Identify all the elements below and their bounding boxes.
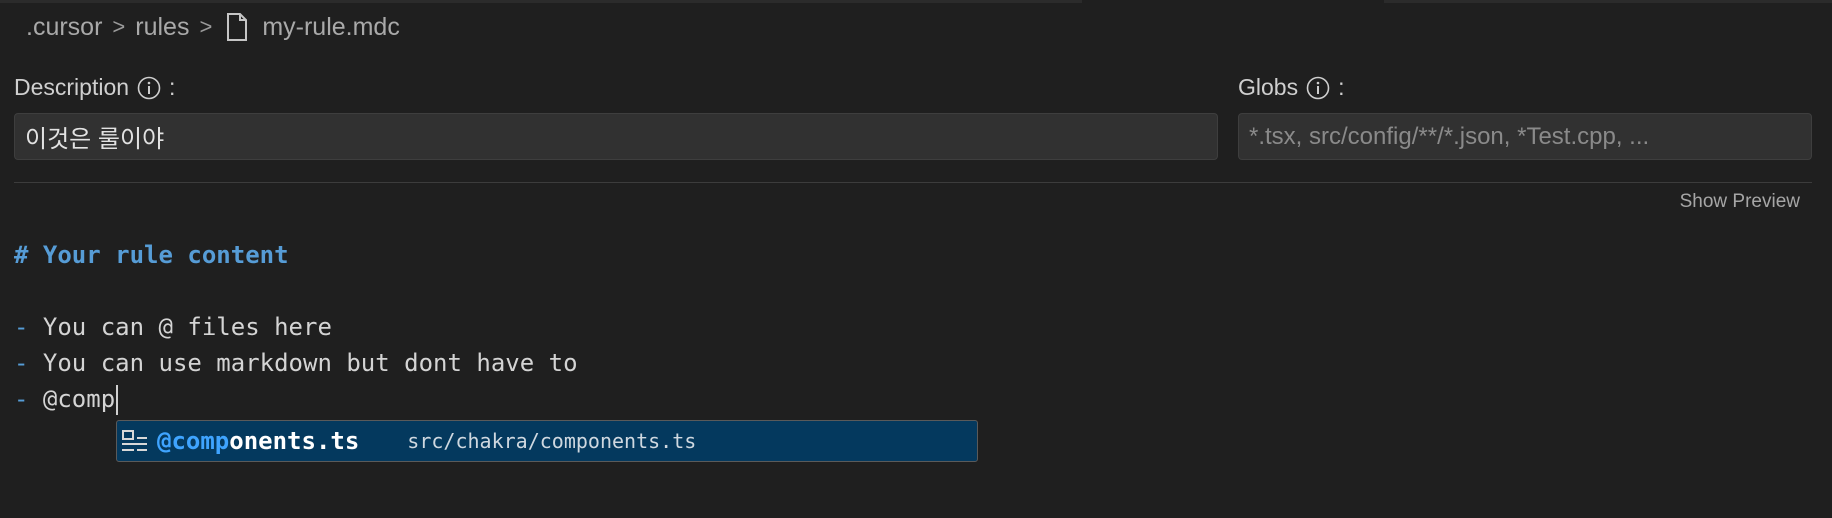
info-icon[interactable] — [137, 76, 161, 100]
breadcrumb-separator: > — [112, 14, 126, 39]
editor-tab-strip-right — [1384, 0, 1832, 3]
form-divider — [14, 182, 1812, 183]
autocomplete-suggestion[interactable]: @components.ts src/chakra/components.ts — [116, 420, 978, 462]
suggestion-path: src/chakra/components.ts — [407, 429, 697, 453]
description-input[interactable]: 이것은 룰이야 — [14, 113, 1218, 160]
list-marker: - — [14, 385, 29, 413]
list-marker: - — [14, 313, 29, 341]
breadcrumb-item-rules-folder[interactable]: rules — [135, 13, 189, 42]
breadcrumb-item-cursor-folder[interactable]: .cursor — [26, 13, 102, 42]
heading-marker: # — [14, 241, 29, 269]
line-text: You can @ files here — [28, 313, 332, 341]
heading-text: Your rule content — [28, 241, 289, 269]
globs-label-group: Globs : — [1238, 74, 1344, 101]
suggestion-rest: onents.ts — [229, 427, 360, 455]
breadcrumb-separator: > — [199, 14, 213, 39]
suggestion-label: @components.ts — [157, 427, 359, 455]
globs-input[interactable]: *.tsx, src/config/**/*.json, *Test.cpp, … — [1238, 113, 1812, 160]
globs-colon: : — [1338, 74, 1345, 100]
description-colon: : — [169, 74, 176, 100]
editor-line[interactable]: - You can @ files here — [14, 310, 332, 344]
editor-line-heading[interactable]: # Your rule content — [14, 238, 289, 272]
description-label: Description — [14, 74, 130, 100]
description-value: 이것은 룰이야 — [25, 126, 165, 153]
editor-line-active[interactable]: - @comp — [14, 382, 119, 416]
line-text: You can use markdown but dont have to — [28, 349, 578, 377]
globs-label: Globs — [1238, 74, 1299, 100]
description-label-group: Description : — [14, 74, 175, 101]
list-marker: - — [14, 349, 29, 377]
breadcrumb: .cursor > rules > my-rule.mdc — [26, 10, 400, 44]
show-preview-button[interactable]: Show Preview — [1680, 191, 1800, 213]
info-icon[interactable] — [1306, 76, 1330, 100]
editor-tab-strip-left — [0, 0, 1082, 3]
line-text: @comp — [28, 385, 116, 413]
file-icon — [227, 13, 248, 41]
globs-placeholder: *.tsx, src/config/**/*.json, *Test.cpp, … — [1249, 122, 1650, 150]
suggestion-match: @comp — [157, 427, 230, 455]
breadcrumb-item-file[interactable]: my-rule.mdc — [262, 13, 400, 42]
symbol-file-icon — [122, 430, 147, 451]
editor-line[interactable]: - You can use markdown but dont have to — [14, 346, 578, 380]
text-cursor — [116, 385, 119, 415]
